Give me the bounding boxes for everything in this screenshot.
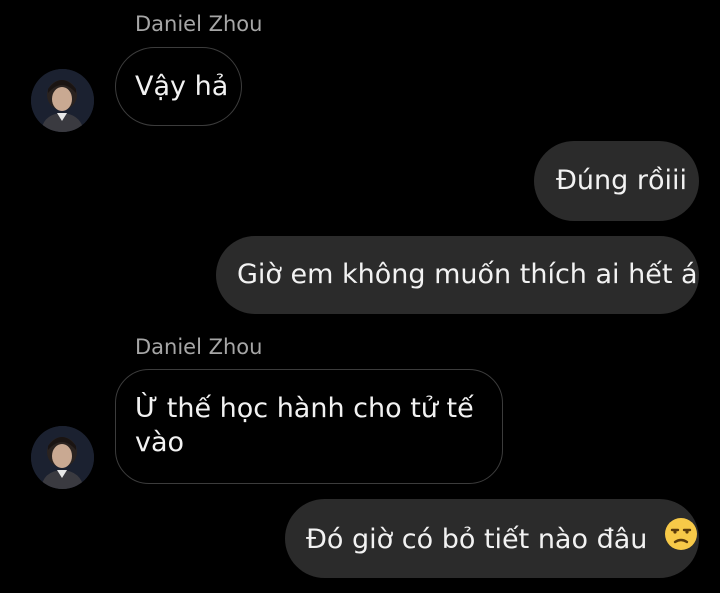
- message-text: Vậy hả: [135, 71, 229, 102]
- message-bubble-outgoing[interactable]: Đó giờ có bỏ tiết nào đâu: [285, 499, 699, 578]
- message-bubble-incoming[interactable]: Ừ thế học hành cho tử tế vào: [115, 369, 503, 484]
- message-text: Giờ em không muốn thích ai hết á: [237, 259, 698, 290]
- avatar-image: [31, 69, 94, 132]
- message-text: Đúng rồiii: [556, 165, 687, 196]
- avatar[interactable]: [31, 426, 94, 489]
- message-bubble-outgoing[interactable]: Giờ em không muốn thích ai hết á: [216, 236, 699, 314]
- avatar-image: [31, 426, 94, 489]
- message-text: Đó giờ có bỏ tiết nào đâu: [306, 524, 648, 555]
- message-bubble-outgoing[interactable]: Đúng rồiii: [534, 141, 699, 221]
- message-text-line: Ừ thế học hành cho tử tế: [135, 393, 474, 424]
- avatar[interactable]: [31, 69, 94, 132]
- sender-name: Daniel Zhou: [135, 335, 263, 359]
- unamused-face-icon: [664, 517, 698, 560]
- message-bubble-incoming[interactable]: Vậy hả: [115, 47, 242, 126]
- chat-thread: Daniel Zhou Vậy hả Đúng rồiii Giờ em khô…: [0, 0, 720, 593]
- message-text-line: vào: [135, 427, 185, 458]
- sender-name: Daniel Zhou: [135, 12, 263, 36]
